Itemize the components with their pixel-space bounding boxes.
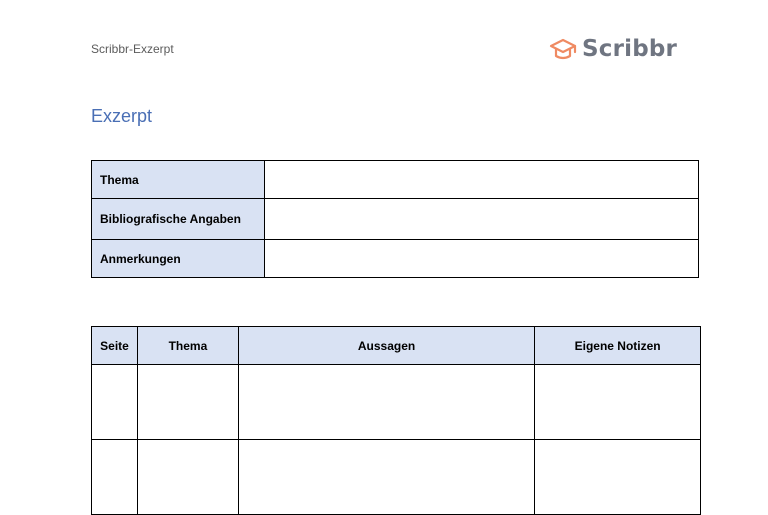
cell-aussagen[interactable] xyxy=(237,439,536,515)
info-label-anmerkungen: Anmerkungen xyxy=(91,239,265,278)
info-label-thema: Thema xyxy=(91,160,265,199)
scribbr-logo: Scribbr xyxy=(548,34,677,64)
table-row xyxy=(91,364,701,440)
table-row: Anmerkungen xyxy=(91,239,699,278)
table-header-row: Seite Thema Aussagen Eigene Notizen xyxy=(91,326,701,365)
cell-aussagen[interactable] xyxy=(237,364,536,440)
info-value-bibliografie[interactable] xyxy=(264,198,699,240)
logo-wordmark: Scribbr xyxy=(582,36,678,62)
column-header-seite: Seite xyxy=(91,326,138,365)
document-label: Scribbr-Exzerpt xyxy=(91,42,174,56)
cell-seite[interactable] xyxy=(91,364,138,440)
graduation-cap-icon xyxy=(549,38,577,60)
table-row xyxy=(91,439,701,515)
cell-eigene-notizen[interactable] xyxy=(534,364,701,440)
info-value-anmerkungen[interactable] xyxy=(264,239,699,278)
page-title: Exzerpt xyxy=(91,106,153,126)
column-header-eigene-notizen: Eigene Notizen xyxy=(534,326,701,365)
notes-table: Seite Thema Aussagen Eigene Notizen xyxy=(91,326,701,515)
info-table: Thema Bibliografische Angaben Anmerkunge… xyxy=(91,160,699,278)
cell-thema[interactable] xyxy=(136,364,239,440)
table-row: Thema xyxy=(91,160,699,199)
column-header-thema: Thema xyxy=(136,326,239,365)
cell-seite[interactable] xyxy=(91,439,138,515)
info-value-thema[interactable] xyxy=(264,160,699,199)
cell-thema[interactable] xyxy=(136,439,239,515)
info-label-bibliografie: Bibliografische Angaben xyxy=(91,198,265,240)
cell-eigene-notizen[interactable] xyxy=(534,439,701,515)
column-header-aussagen: Aussagen xyxy=(237,326,536,365)
table-row: Bibliografische Angaben xyxy=(91,198,699,240)
